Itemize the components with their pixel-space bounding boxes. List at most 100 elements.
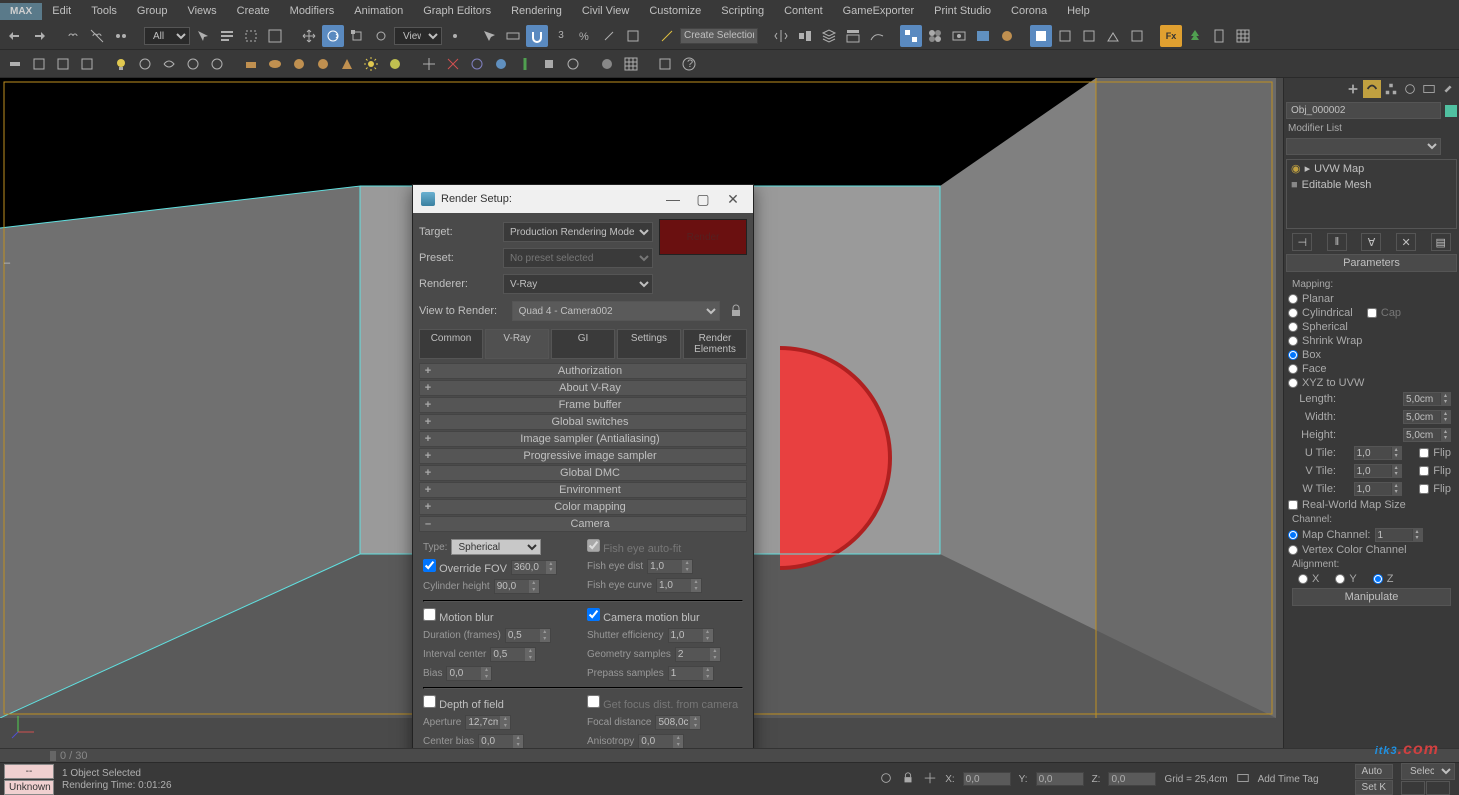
viewport[interactable]: [ + ] [ Camera002 ] [ Shaded ] [0,78,1283,748]
move-icon[interactable] [298,25,320,47]
rollout-camera[interactable]: –Camera [419,516,747,532]
render-1-icon[interactable] [1030,25,1052,47]
rotate-icon[interactable] [322,25,344,47]
menu-edit[interactable]: Edit [42,1,81,21]
auto-key-button[interactable]: Auto [1355,764,1393,779]
map-channel-radio[interactable]: Map Channel: [1288,529,1371,541]
sub-btn-19[interactable] [466,53,488,75]
focal-dist-spinner[interactable]: ▴▾ [655,715,701,730]
bind-icon[interactable] [110,25,132,47]
key-mode-dropdown[interactable]: Selected [1401,763,1455,780]
named-selection-input[interactable] [680,28,758,44]
sub-btn-10[interactable] [240,53,262,75]
percent-snap-icon[interactable]: % [574,25,596,47]
select-icon[interactable] [192,25,214,47]
z-coord-input[interactable] [1108,772,1156,786]
utile-spinner[interactable]: ▴▾ [1354,446,1402,460]
create-tab-icon[interactable] [1344,80,1362,98]
menu-print-studio[interactable]: Print Studio [924,1,1001,21]
sub-btn-20[interactable] [490,53,512,75]
mapping-face-radio[interactable]: Face [1288,363,1326,375]
sub-btn-13[interactable] [312,53,334,75]
menu-content[interactable]: Content [774,1,833,21]
vtile-spinner[interactable]: ▴▾ [1354,464,1402,478]
menu-game-exporter[interactable]: GameExporter [833,1,925,21]
mapping-xyz-radio[interactable]: XYZ to UVW [1288,377,1364,389]
target-dropdown[interactable]: Production Rendering Mode [503,222,653,242]
edit-sel-set-icon[interactable] [656,25,678,47]
script-listener[interactable]: -- [4,764,54,779]
sub-btn-8[interactable] [182,53,204,75]
menu-tools[interactable]: Tools [81,1,127,21]
utilities-tab-icon[interactable] [1439,80,1457,98]
rollout-progressive-sampler[interactable]: +Progressive image sampler [419,448,747,464]
aperture-spinner[interactable]: ▴▾ [465,715,511,730]
rollout-color-mapping[interactable]: +Color mapping [419,499,747,515]
display-tab-icon[interactable] [1420,80,1438,98]
lock-icon[interactable] [901,771,915,788]
toggle-ribbon-icon[interactable] [842,25,864,47]
tab-common[interactable]: Common [419,329,483,359]
override-fov-checkbox[interactable]: Override FOV [423,559,507,575]
vertex-color-radio[interactable]: Vertex Color Channel [1288,544,1407,556]
mapping-shrinkwrap-radio[interactable]: Shrink Wrap [1288,335,1362,347]
fisheye-dist-spinner[interactable]: ▴▾ [647,559,693,574]
cylinder-height-spinner[interactable]: ▴▾ [494,579,540,594]
interval-center-spinner[interactable]: ▴▾ [490,647,536,662]
motion-blur-checkbox[interactable]: Motion blur [423,608,493,624]
angle-snap-icon[interactable]: 3 [550,25,572,47]
sub-btn-26[interactable] [654,53,676,75]
modifier-list-dropdown[interactable] [1286,138,1441,155]
sub-btn-14[interactable] [336,53,358,75]
pin-stack-icon[interactable]: ⊣ [1292,233,1312,251]
sun-icon[interactable] [360,53,382,75]
utile-flip-checkbox[interactable]: Flip [1419,447,1451,459]
sub-btn-22[interactable] [538,53,560,75]
edit-named-icon[interactable] [622,25,644,47]
abs-rel-icon[interactable] [923,771,937,788]
sub-btn-1[interactable] [4,53,26,75]
maximize-button[interactable]: ▢ [691,189,715,209]
rollout-global-dmc[interactable]: +Global DMC [419,465,747,481]
rollout-environment[interactable]: +Environment [419,482,747,498]
help-icon[interactable]: ? [678,53,700,75]
portal-icon[interactable] [1208,25,1230,47]
material-editor-icon[interactable] [924,25,946,47]
menu-views[interactable]: Views [177,1,226,21]
lock-selection-icon[interactable] [879,771,893,788]
camera-motion-blur-checkbox[interactable]: Camera motion blur [587,608,700,624]
make-unique-icon[interactable]: ∀ [1361,233,1381,251]
sub-btn-25[interactable] [620,53,642,75]
motion-tab-icon[interactable] [1401,80,1419,98]
select-name-icon[interactable] [216,25,238,47]
fov-spinner[interactable]: ▴▾ [511,560,557,575]
placement-icon[interactable] [370,25,392,47]
modifier-editable-mesh[interactable]: ■Editable Mesh [1287,177,1456,193]
align-z-radio[interactable]: Z [1373,573,1394,585]
mapping-planar-radio[interactable]: Planar [1288,293,1334,305]
redo-icon[interactable] [28,25,50,47]
view-to-render-dropdown[interactable]: Quad 4 - Camera002 [512,301,720,321]
tab-settings[interactable]: Settings [617,329,681,359]
link-icon[interactable] [62,25,84,47]
keyboard-shortcut-icon[interactable] [502,25,524,47]
curve-editor-icon[interactable] [866,25,888,47]
sub-btn-21[interactable] [514,53,536,75]
minimize-button[interactable]: — [661,189,685,209]
set-key-button[interactable]: Set K [1355,780,1393,795]
menu-rendering[interactable]: Rendering [501,1,572,21]
rollout-image-sampler[interactable]: +Image sampler (Antialiasing) [419,431,747,447]
modify-tab-icon[interactable] [1363,80,1381,98]
key-filter2-icon[interactable] [1426,781,1450,795]
map-channel-spinner[interactable]: ▴▾ [1375,528,1423,542]
menu-modifiers[interactable]: Modifiers [280,1,345,21]
layers-icon[interactable] [818,25,840,47]
sub-btn-24[interactable] [596,53,618,75]
width-spinner[interactable]: ▴▾ [1403,410,1451,424]
object-name-input[interactable] [1286,102,1441,119]
unlink-icon[interactable] [86,25,108,47]
cap-checkbox[interactable]: Cap [1367,307,1401,319]
preset-dropdown[interactable]: No preset selected [503,248,653,268]
timeline[interactable]: 0 / 30 [0,748,1459,762]
configure-sets-icon[interactable]: ▤ [1431,233,1451,251]
